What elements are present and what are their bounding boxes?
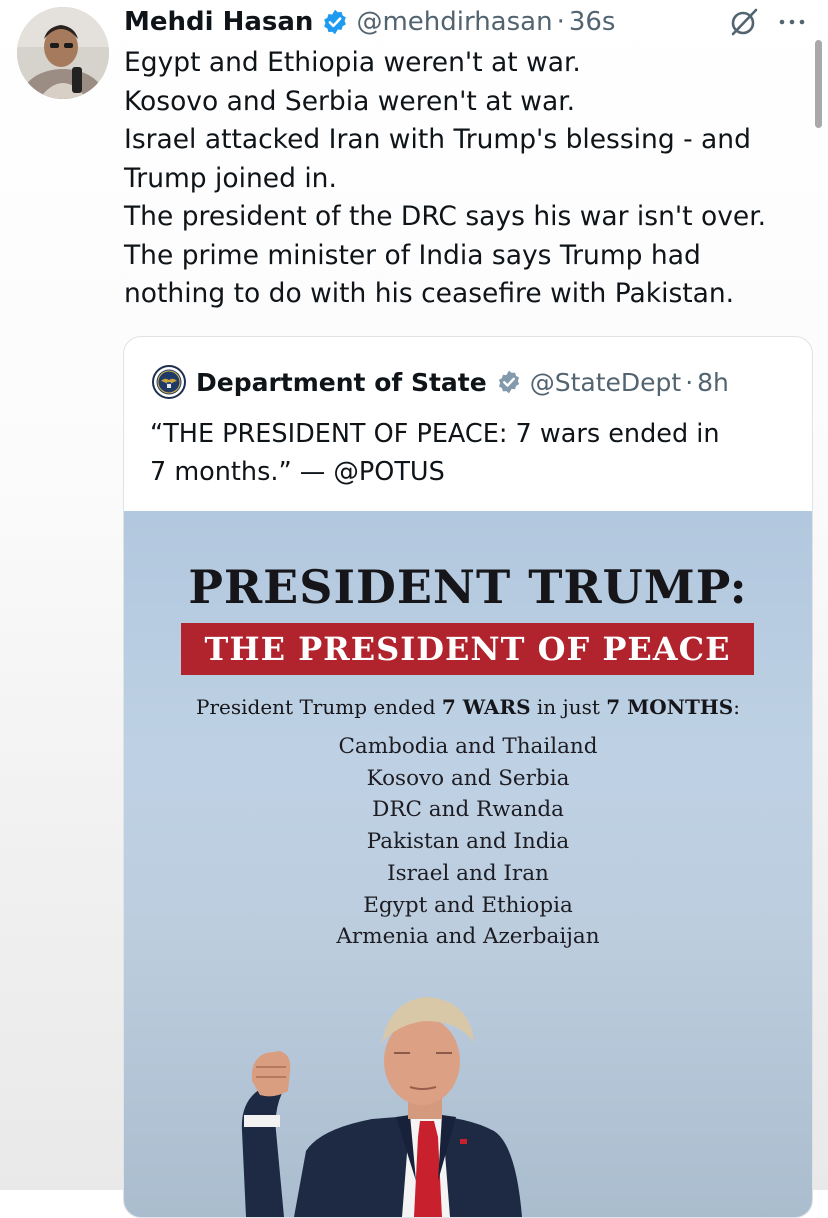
quoted-author-handle[interactable]: @StateDept <box>530 368 681 397</box>
author-handle[interactable]: @mehdirhasan <box>356 2 552 42</box>
quoted-timestamp[interactable]: 8h <box>697 368 729 397</box>
subtitle-part: in just <box>530 695 607 719</box>
poster-subtitle: President Trump ended 7 WARS in just 7 M… <box>124 691 812 723</box>
author-avatar[interactable] <box>17 7 109 99</box>
war-item: DRC and Rwanda <box>372 797 564 823</box>
tweet-text-line: Kosovo and Serbia weren't at war. <box>124 85 576 117</box>
quoted-text-line: “THE PRESIDENT OF PEACE: 7 wars ended in <box>150 419 720 449</box>
state-department-seal-icon[interactable] <box>152 365 186 399</box>
subtitle-wars: 7 WARS <box>441 695 531 719</box>
tweet-text-line: nothing to do with his ceasefire with Pa… <box>124 278 735 309</box>
poster-photo-figure <box>124 981 812 1217</box>
quoted-tweet-card[interactable]: Department of State @StateDept · 8h “THE… <box>123 336 813 1218</box>
subtitle-part: : <box>733 695 740 719</box>
tweet-text-line: Trump joined in. <box>124 162 337 194</box>
wars-list: Cambodia and Thailand Kosovo and Serbia … <box>124 731 812 953</box>
tweet-header: Mehdi Hasan @mehdirhasan · 36s <box>124 2 615 42</box>
war-item: Egypt and Ethiopia <box>363 892 573 918</box>
subtitle-part: President Trump ended <box>196 695 442 719</box>
tweet-text-line: Israel attacked Iran with Trump's blessi… <box>124 124 751 155</box>
quoted-author-name[interactable]: Department of State <box>196 368 487 397</box>
tweet-timestamp[interactable]: 36s <box>569 2 616 42</box>
tweet-text-line: The prime minister of India says Trump h… <box>124 239 701 271</box>
gray-verified-badge-icon[interactable] <box>496 369 522 395</box>
war-item: Kosovo and Serbia <box>366 765 570 791</box>
subtitle-months: 7 MONTHS <box>606 695 734 719</box>
war-item: Armenia and Azerbaijan <box>336 924 600 950</box>
author-name[interactable]: Mehdi Hasan <box>124 2 313 42</box>
separator-dot: · <box>685 367 694 397</box>
quoted-tweet-header: Department of State @StateDept · 8h <box>152 364 729 400</box>
quoted-text-line: 7 months.” — @POTUS <box>150 457 445 487</box>
tweet-text: Egypt and Ethiopia weren't at war. Kosov… <box>124 44 804 314</box>
poster-banner: THE PRESIDENT OF PEACE <box>181 623 754 675</box>
quoted-media-image[interactable]: PRESIDENT TRUMP: THE PRESIDENT OF PEACE … <box>124 511 812 1217</box>
verified-badge-icon[interactable] <box>321 8 349 36</box>
war-item: Pakistan and India <box>366 829 570 855</box>
separator-dot: · <box>556 7 565 37</box>
war-item: Cambodia and Thailand <box>338 734 598 759</box>
poster-title: PRESIDENT TRUMP: <box>188 560 748 614</box>
grok-icon[interactable] <box>728 6 760 38</box>
more-options-icon[interactable] <box>777 12 807 32</box>
war-item: Israel and Iran <box>387 860 549 886</box>
quoted-tweet-text: “THE PRESIDENT OF PEACE: 7 wars ended in… <box>150 415 790 491</box>
tweet-text-line: The president of the DRC says his war is… <box>124 201 767 232</box>
tweet-text-line: Egypt and Ethiopia weren't at war. <box>124 47 581 78</box>
scrollbar-thumb[interactable] <box>815 40 822 128</box>
